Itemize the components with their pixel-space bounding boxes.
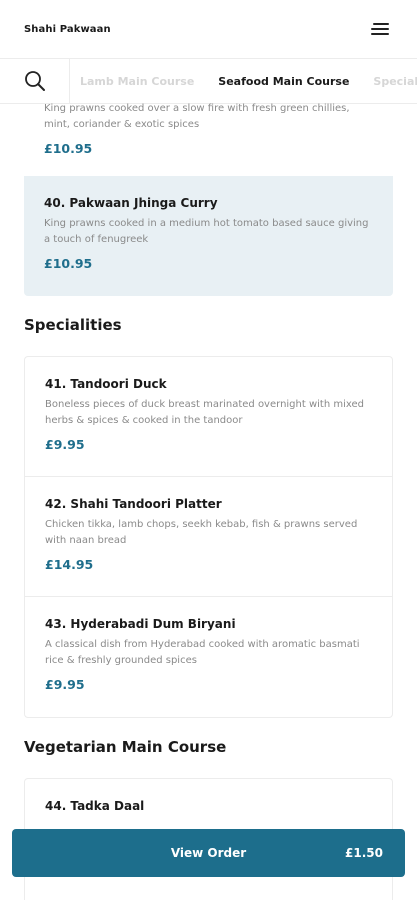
item-name: 44. Tadka Daal — [45, 799, 145, 813]
item-name: 40. Pakwaan Jhinga Curry — [44, 196, 218, 210]
item-description: Boneless pieces of duck breast marinated… — [45, 399, 364, 426]
section-title-vegetarian: Vegetarian Main Course — [24, 738, 227, 756]
brand-name[interactable]: Shahi Pakwaan — [24, 24, 111, 35]
menu-content: King prawns cooked over a slow fire with… — [24, 101, 393, 900]
view-order-button[interactable]: View Order £1.50 — [12, 829, 405, 877]
item-price: £9.95 — [45, 677, 85, 692]
item-description: Chicken tikka, lamb chops, seekh kebab, … — [45, 519, 358, 546]
menu-item-hyderabadi-dum-biryani[interactable]: 43. Hyderabadi Dum Biryani A classical d… — [25, 597, 392, 717]
category-tabs: Lamb Main Course Seafood Main Course Spe… — [70, 75, 417, 88]
tab-lamb-main-course[interactable]: Lamb Main Course — [80, 75, 194, 88]
menu-item-tadka-daal[interactable]: 44. Tadka Daal — [25, 779, 392, 813]
menu-item-pakwaan-jhinga-curry[interactable]: 40. Pakwaan Jhinga Curry King prawns coo… — [24, 176, 393, 296]
item-description: A classical dish from Hyderabad cooked w… — [45, 639, 360, 666]
menu-item-tandoori-duck[interactable]: 41. Tandoori Duck Boneless pieces of duc… — [25, 357, 392, 477]
menu-item-shahi-tandoori-platter[interactable]: 42. Shahi Tandoori Platter Chicken tikka… — [25, 477, 392, 597]
item-price: £10.95 — [44, 256, 93, 271]
item-description: King prawns cooked in a medium hot tomat… — [44, 218, 369, 245]
item-name: 43. Hyderabadi Dum Biryani — [45, 617, 236, 631]
search-icon — [24, 71, 45, 91]
item-price: £14.95 — [45, 557, 94, 572]
item-name: 42. Shahi Tandoori Platter — [45, 497, 222, 511]
search-button[interactable] — [0, 59, 70, 103]
menu-item-partial[interactable]: King prawns cooked over a slow fire with… — [24, 101, 393, 176]
tab-specialities[interactable]: Specialities — [373, 75, 417, 88]
item-price: £10.95 — [44, 141, 93, 156]
hamburger-menu-icon[interactable] — [367, 20, 389, 38]
item-description: King prawns cooked over a slow fire with… — [44, 103, 350, 130]
specialities-card: 41. Tandoori Duck Boneless pieces of duc… — [24, 356, 393, 718]
section-title-specialities: Specialities — [24, 316, 122, 334]
app-header: Shahi Pakwaan — [0, 0, 417, 58]
item-price: £9.95 — [45, 437, 85, 452]
order-total: £1.50 — [345, 846, 383, 860]
category-bar: Lamb Main Course Seafood Main Course Spe… — [0, 58, 417, 104]
tab-seafood-main-course[interactable]: Seafood Main Course — [218, 75, 349, 88]
item-name: 41. Tandoori Duck — [45, 377, 167, 391]
view-order-label: View Order — [170, 846, 247, 860]
